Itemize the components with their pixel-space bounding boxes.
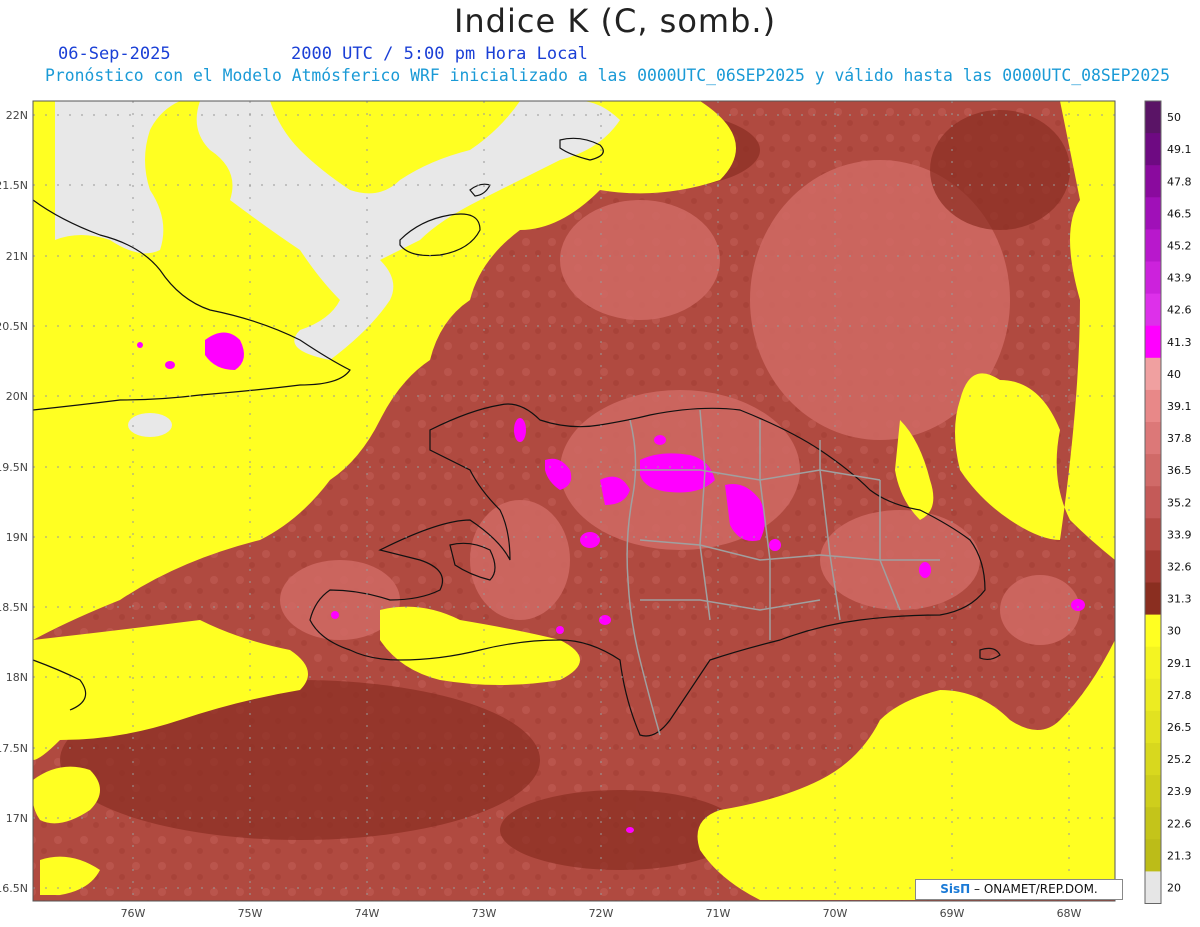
colorbar-label: 27.8 — [1167, 689, 1192, 702]
colorbar-label: 37.8 — [1167, 432, 1192, 445]
colorbar-swatch — [1145, 743, 1161, 776]
colorbar-label: 49.1 — [1167, 143, 1192, 156]
colorbar-label: 31.3 — [1167, 593, 1192, 606]
colorbar-label: 41.3 — [1167, 336, 1192, 349]
colorbar-label: 43.9 — [1167, 272, 1192, 285]
map-figure: 22N 21.5N 21N 20.5N 20N 19.5N 19N 18.5N … — [0, 100, 1192, 920]
colorbar-swatch — [1145, 454, 1161, 487]
colorbar-label: 47.8 — [1167, 175, 1192, 188]
colorbar-swatch — [1145, 357, 1161, 391]
colorbar-swatch — [1145, 325, 1161, 359]
lon-label: 73W — [472, 907, 497, 920]
colorbar-swatch — [1145, 646, 1161, 680]
lat-label: 17N — [6, 812, 28, 825]
lat-label: 18N — [6, 671, 28, 684]
map-panel — [32, 100, 1116, 902]
lat-label: 20.5N — [0, 320, 28, 333]
colorbar-label: 46.5 — [1167, 207, 1192, 220]
colorbar-swatch — [1145, 229, 1161, 262]
lon-label: 71W — [706, 907, 731, 920]
colorbar-swatch — [1145, 101, 1161, 134]
lat-label: 18.5N — [0, 601, 28, 614]
colorbar-swatch — [1145, 486, 1161, 519]
colorbar-swatch — [1145, 518, 1161, 551]
colorbar-swatch — [1145, 678, 1161, 712]
latitude-axis: 22N 21.5N 21N 20.5N 20N 19.5N 19N 18.5N … — [0, 109, 28, 895]
colorbar-swatch — [1145, 839, 1161, 872]
lon-label: 75W — [238, 907, 263, 920]
sispi-logo: SisΠ — [940, 882, 971, 896]
colorbar-swatch — [1145, 261, 1161, 295]
lon-label: 69W — [940, 907, 965, 920]
lat-label: 20N — [6, 390, 28, 403]
colorbar-label: 42.6 — [1167, 304, 1192, 317]
lat-label: 19N — [6, 531, 28, 544]
colorbar-label: 26.5 — [1167, 721, 1192, 734]
colorbar-label: 21.3 — [1167, 849, 1192, 862]
colorbar-swatch — [1145, 710, 1161, 744]
colorbar-swatch — [1145, 197, 1161, 230]
lon-label: 72W — [589, 907, 614, 920]
colorbar-swatch — [1145, 614, 1161, 648]
colorbar-swatch — [1145, 807, 1161, 840]
colorbar-swatch — [1145, 550, 1161, 583]
lat-label: 16.5N — [0, 882, 28, 895]
lat-label: 21.5N — [0, 179, 28, 192]
colorbar-label: 45.2 — [1167, 239, 1192, 252]
colorbar-swatch — [1145, 775, 1161, 808]
colorbar-label: 32.6 — [1167, 560, 1192, 573]
lat-label: 17.5N — [0, 742, 28, 755]
colorbar-label: 39.1 — [1167, 400, 1192, 413]
colorbar-swatch — [1145, 582, 1161, 616]
colorbar-label: 20 — [1167, 881, 1181, 894]
colorbar-label: 23.9 — [1167, 785, 1192, 798]
colorbar-swatch — [1145, 871, 1161, 904]
colorbar: 50 49.1 47.8 46.5 45.2 43.9 42.6 41.3 40 39.1 37.8… — [1144, 100, 1192, 904]
colorbar-swatch — [1145, 165, 1161, 198]
credit-org: – ONAMET/REP.DOM. — [974, 882, 1098, 896]
lat-label: 21N — [6, 250, 28, 263]
colorbar-label: 25.2 — [1167, 753, 1192, 766]
lon-label: 70W — [823, 907, 848, 920]
credit-box: SisΠ – ONAMET/REP.DOM. — [915, 879, 1123, 900]
colorbar-swatch — [1145, 293, 1161, 327]
colorbar-swatch — [1145, 422, 1161, 455]
colorbar-label: 33.9 — [1167, 528, 1192, 541]
lat-label: 22N — [6, 109, 28, 122]
lon-label: 74W — [355, 907, 380, 920]
lon-label: 76W — [121, 907, 146, 920]
colorbar-label: 35.2 — [1167, 496, 1192, 509]
lat-label: 19.5N — [0, 461, 28, 474]
colorbar-swatch — [1145, 389, 1161, 423]
colorbar-label: 30 — [1167, 625, 1181, 638]
longitude-axis: 76W 75W 74W 73W 72W 71W 70W 69W 68W — [121, 907, 1082, 920]
colorbar-label: 36.5 — [1167, 464, 1192, 477]
lon-label: 68W — [1057, 907, 1082, 920]
colorbar-label: 50 — [1167, 111, 1181, 124]
colorbar-label: 40 — [1167, 368, 1181, 381]
colorbar-swatch — [1145, 133, 1161, 166]
colorbar-label: 29.1 — [1167, 657, 1192, 670]
colorbar-label: 22.6 — [1167, 817, 1192, 830]
